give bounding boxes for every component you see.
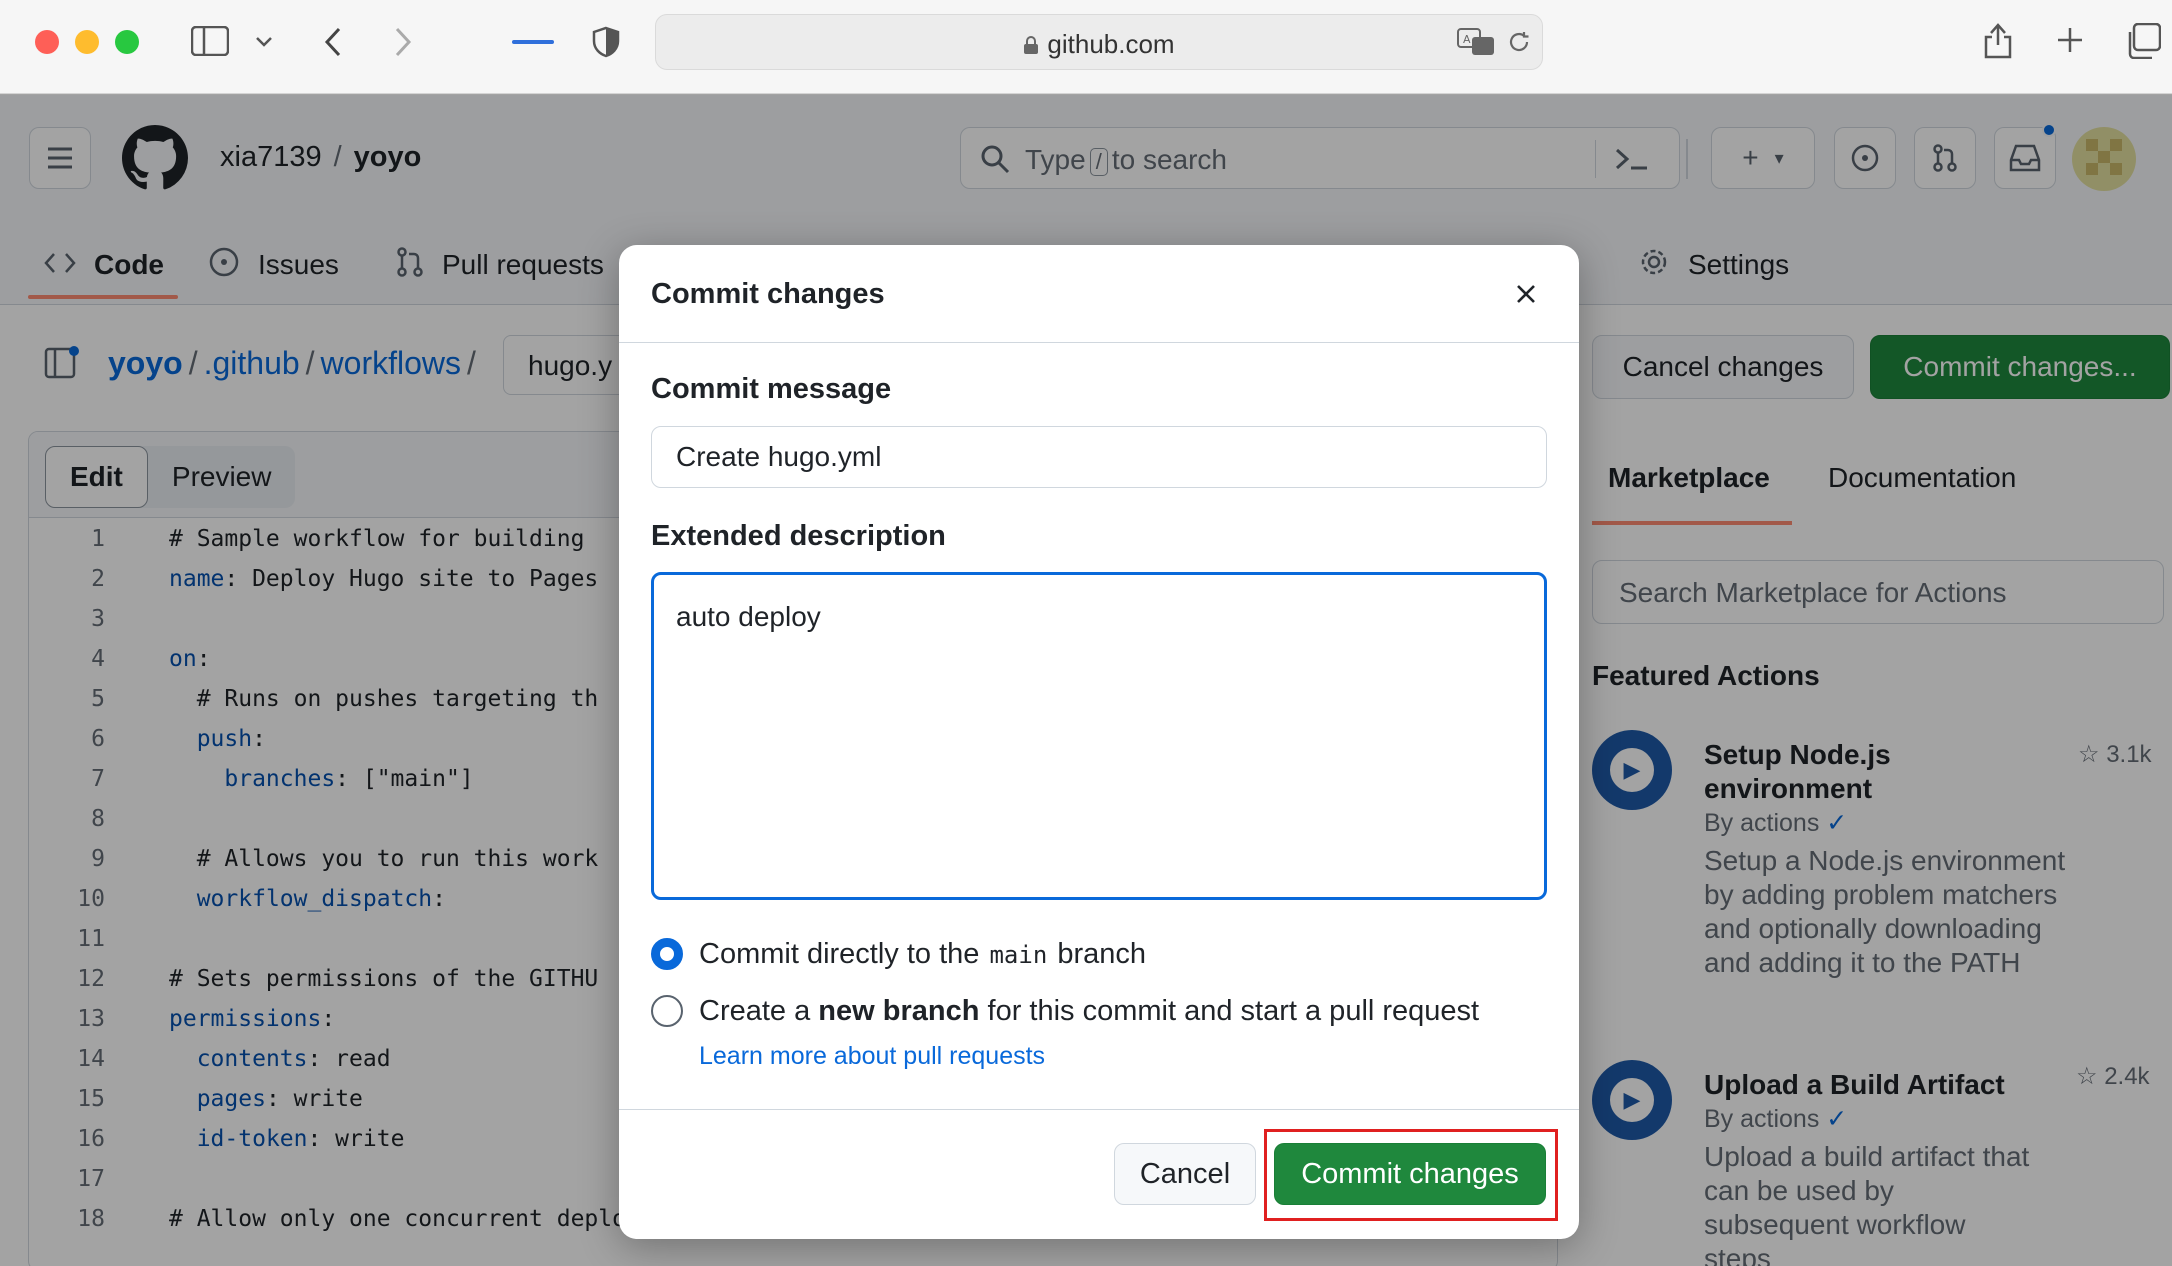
learn-more-link[interactable]: Learn more about pull requests	[699, 1042, 1045, 1071]
forward-icon[interactable]	[388, 24, 418, 60]
dialog-header: Commit changes	[619, 245, 1579, 343]
commit-direct-radio[interactable]	[651, 938, 683, 970]
window-close-button[interactable]	[35, 30, 59, 54]
translate-icon[interactable]: A	[1456, 27, 1496, 57]
back-icon[interactable]	[318, 24, 348, 60]
dialog-title: Commit changes	[651, 278, 885, 310]
cancel-button[interactable]: Cancel	[1114, 1143, 1256, 1205]
url-text: github.com	[656, 29, 1542, 62]
new-branch-option[interactable]: Create a new branch for this commit and …	[651, 991, 1479, 1031]
svg-text:A: A	[1463, 33, 1471, 46]
tab-overview-icon[interactable]	[2124, 22, 2162, 60]
new-branch-label: Create a new branch for this commit and …	[699, 994, 1480, 1027]
new-branch-radio[interactable]	[651, 995, 683, 1027]
sidebar-toggle-icon[interactable]	[190, 24, 230, 58]
browser-toolbar: github.com A	[0, 0, 2172, 94]
extended-description-label: Extended description	[651, 520, 946, 552]
chevron-down-icon[interactable]	[252, 30, 276, 54]
commit-direct-option[interactable]: Commit directly to the main branch	[651, 934, 1146, 974]
commit-message-input[interactable]	[651, 426, 1547, 488]
shield-icon[interactable]	[590, 24, 622, 60]
commit-direct-label: Commit directly to the main branch	[699, 937, 1147, 970]
dialog-footer-divider	[619, 1109, 1579, 1110]
reload-icon[interactable]	[1506, 29, 1532, 55]
commit-changes-dialog: Commit changes Commit message Extended d…	[619, 245, 1579, 1239]
commit-message-label: Commit message	[651, 373, 892, 405]
close-button[interactable]	[1509, 277, 1543, 311]
address-bar[interactable]: github.com A	[655, 14, 1543, 70]
highlight-annotation	[1264, 1129, 1558, 1221]
close-icon	[1517, 285, 1535, 303]
window-minimize-button[interactable]	[75, 30, 99, 54]
window-zoom-button[interactable]	[115, 30, 139, 54]
extended-description-textarea[interactable]: auto deploy	[651, 572, 1547, 900]
share-icon[interactable]	[1980, 20, 2016, 60]
tab-progress-indicator	[512, 40, 554, 44]
new-tab-icon[interactable]	[2054, 24, 2086, 56]
lock-icon	[1023, 31, 1039, 62]
